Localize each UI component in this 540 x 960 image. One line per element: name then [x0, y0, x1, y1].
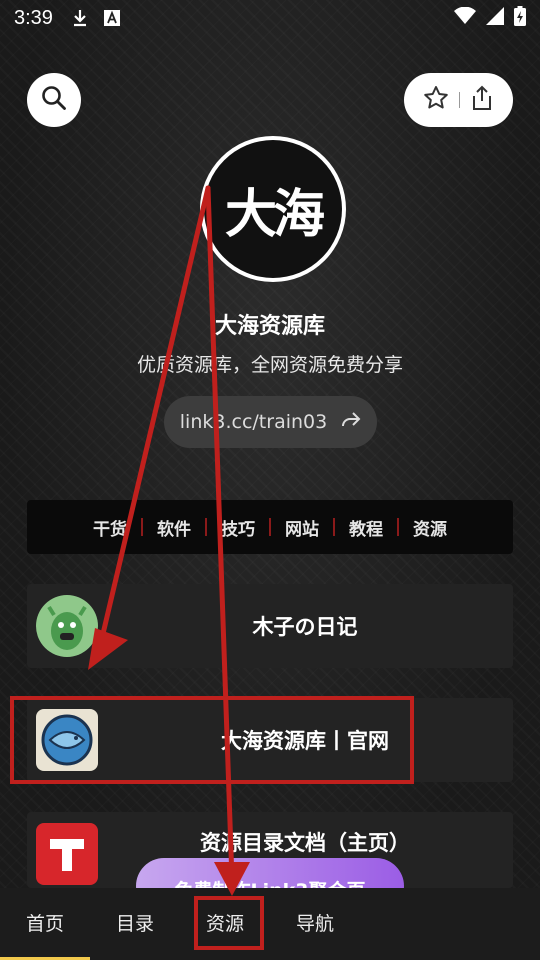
link-card-muzi[interactable]: 木子の日记 — [27, 584, 513, 668]
favorite-button[interactable] — [423, 85, 449, 115]
profile-tagline: 优质资源库，全网资源免费分享 — [136, 354, 403, 376]
nav-navigation[interactable]: 导航 — [270, 888, 360, 960]
bottom-nav: 首页 目录 资源 导航 — [0, 888, 540, 960]
annotation-box-official-site — [10, 696, 414, 784]
red-t-logo — [36, 823, 98, 885]
a-badge-icon — [103, 9, 121, 27]
tag-websites[interactable]: 网站 — [271, 515, 333, 540]
tag-ganhuo[interactable]: 干货 — [79, 515, 141, 540]
status-bar: 3:39 — [0, 0, 540, 36]
star-icon — [424, 86, 448, 109]
share-button[interactable] — [470, 85, 494, 115]
download-icon — [71, 9, 89, 27]
tag-resources[interactable]: 资源 — [399, 515, 461, 540]
dahai-logo: 大海 — [204, 140, 342, 278]
nav-directory[interactable]: 目录 — [90, 888, 180, 960]
tag-software[interactable]: 软件 — [143, 515, 205, 540]
search-icon — [40, 84, 68, 116]
header-divider — [459, 92, 460, 108]
tag-tips[interactable]: 技巧 — [207, 515, 269, 540]
profile-avatar: 大海 — [200, 136, 346, 282]
status-time: 3:39 — [14, 6, 53, 29]
profile-link[interactable]: link3.cc/train03 — [164, 396, 377, 448]
nav-home[interactable]: 首页 — [0, 888, 90, 960]
tag-tutorials[interactable]: 教程 — [335, 515, 397, 540]
profile-name: 大海资源库 — [214, 314, 325, 339]
share-arrow-icon — [341, 411, 361, 434]
green-monster-avatar — [36, 595, 98, 657]
logo-text: 大海 — [224, 184, 325, 245]
link-card-label: 木子の日记 — [252, 615, 358, 639]
battery-charging-icon — [514, 5, 526, 31]
search-button[interactable] — [27, 73, 81, 127]
wifi-icon — [454, 6, 476, 30]
profile-link-text: link3.cc/train03 — [179, 411, 328, 433]
share-icon — [473, 85, 491, 110]
annotation-box-resources-tab — [194, 896, 264, 950]
header-actions — [404, 73, 513, 127]
category-tags: 干货 软件 技巧 网站 教程 资源 — [27, 500, 513, 554]
signal-icon — [486, 6, 504, 30]
